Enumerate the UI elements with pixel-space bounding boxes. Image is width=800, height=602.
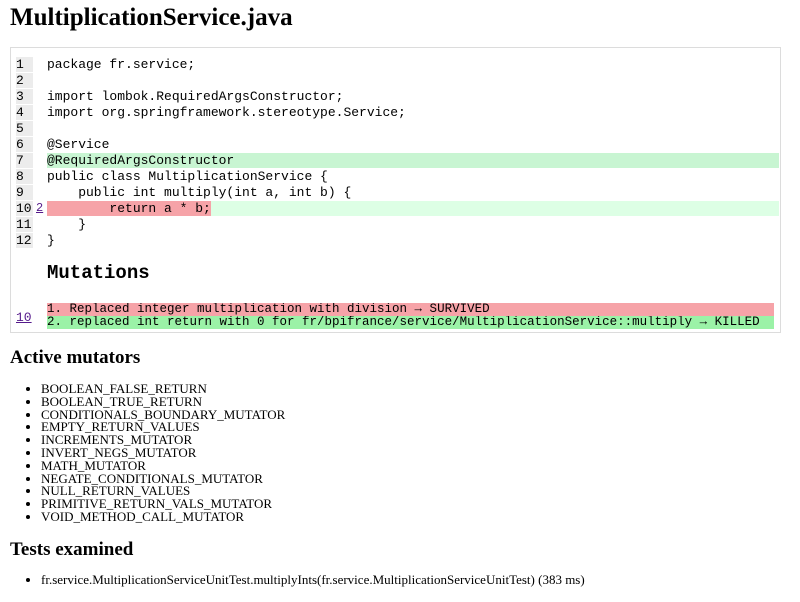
line-number: 12: [16, 233, 33, 248]
line-number: 6: [16, 137, 33, 152]
active-mutators-heading: Active mutators: [10, 347, 141, 368]
line-number: 4: [16, 105, 33, 120]
code-line: 7 @RequiredArgsConstructor: [16, 153, 779, 168]
code-line: 9 public int multiply(int a, int b) {: [16, 185, 779, 200]
code-line: 10 2 return a * b;: [16, 201, 779, 216]
code-text: @RequiredArgsConstructor: [47, 153, 235, 168]
line-number: 8: [16, 169, 33, 184]
code-line: 12}: [16, 233, 779, 248]
page-title: MultiplicationService.java: [10, 4, 293, 31]
line-number: 2: [16, 73, 33, 88]
code-text: package fr.service;: [47, 57, 196, 72]
code-text: import lombok.RequiredArgsConstructor;: [47, 89, 344, 104]
line-number: 7: [16, 153, 33, 168]
line-number: 5: [16, 121, 33, 136]
source-listing: Mutations 10 1. Replaced integer multipl…: [10, 47, 781, 333]
mutation-count-link[interactable]: 2: [36, 201, 46, 216]
code-text: return a * b;: [47, 201, 211, 216]
code-text: @Service: [47, 137, 110, 152]
test-item: fr.service.MultiplicationServiceUnitTest…: [41, 573, 585, 587]
mutation-line-link[interactable]: 10: [16, 310, 33, 325]
code-line: 4 import org.springframework.stereotype.S…: [16, 105, 779, 120]
code-line: 3 import lombok.RequiredArgsConstructor;: [16, 89, 779, 104]
code-text: }: [47, 233, 55, 248]
line-number: 3: [16, 89, 33, 104]
code-text: public class MultiplicationService {: [47, 169, 328, 184]
code-text: public int multiply(int a, int b) {: [47, 185, 352, 200]
code-line: 11 }: [16, 217, 779, 232]
tests-examined-list: fr.service.MultiplicationServiceUnitTest…: [0, 573, 585, 587]
code-line: 6 @Service: [16, 137, 779, 152]
mutations-heading: Mutations: [47, 262, 150, 284]
mutation-survived: 1. Replaced integer multiplication with …: [47, 303, 774, 316]
tests-examined-heading: Tests examined: [10, 539, 134, 560]
active-mutators-list: BOOLEAN_FALSE_RETURNBOOLEAN_TRUE_RETURNC…: [0, 382, 285, 524]
mutator-item: VOID_METHOD_CALL_MUTATOR: [41, 510, 285, 524]
line-number: 11: [16, 217, 33, 232]
line-number: 9: [16, 185, 33, 200]
code-line: 8 public class MultiplicationService {: [16, 169, 779, 184]
code-line: 1 package fr.service;: [16, 57, 779, 72]
mutation-killed: 2. replaced int return with 0 for fr/bpi…: [47, 316, 774, 329]
code-text: import org.springframework.stereotype.Se…: [47, 105, 406, 120]
line-number: 1: [16, 57, 33, 72]
code-line: 2: [16, 73, 779, 88]
code-text: }: [47, 217, 87, 232]
line-number: 10: [16, 201, 33, 216]
code-line: 5: [16, 121, 779, 136]
